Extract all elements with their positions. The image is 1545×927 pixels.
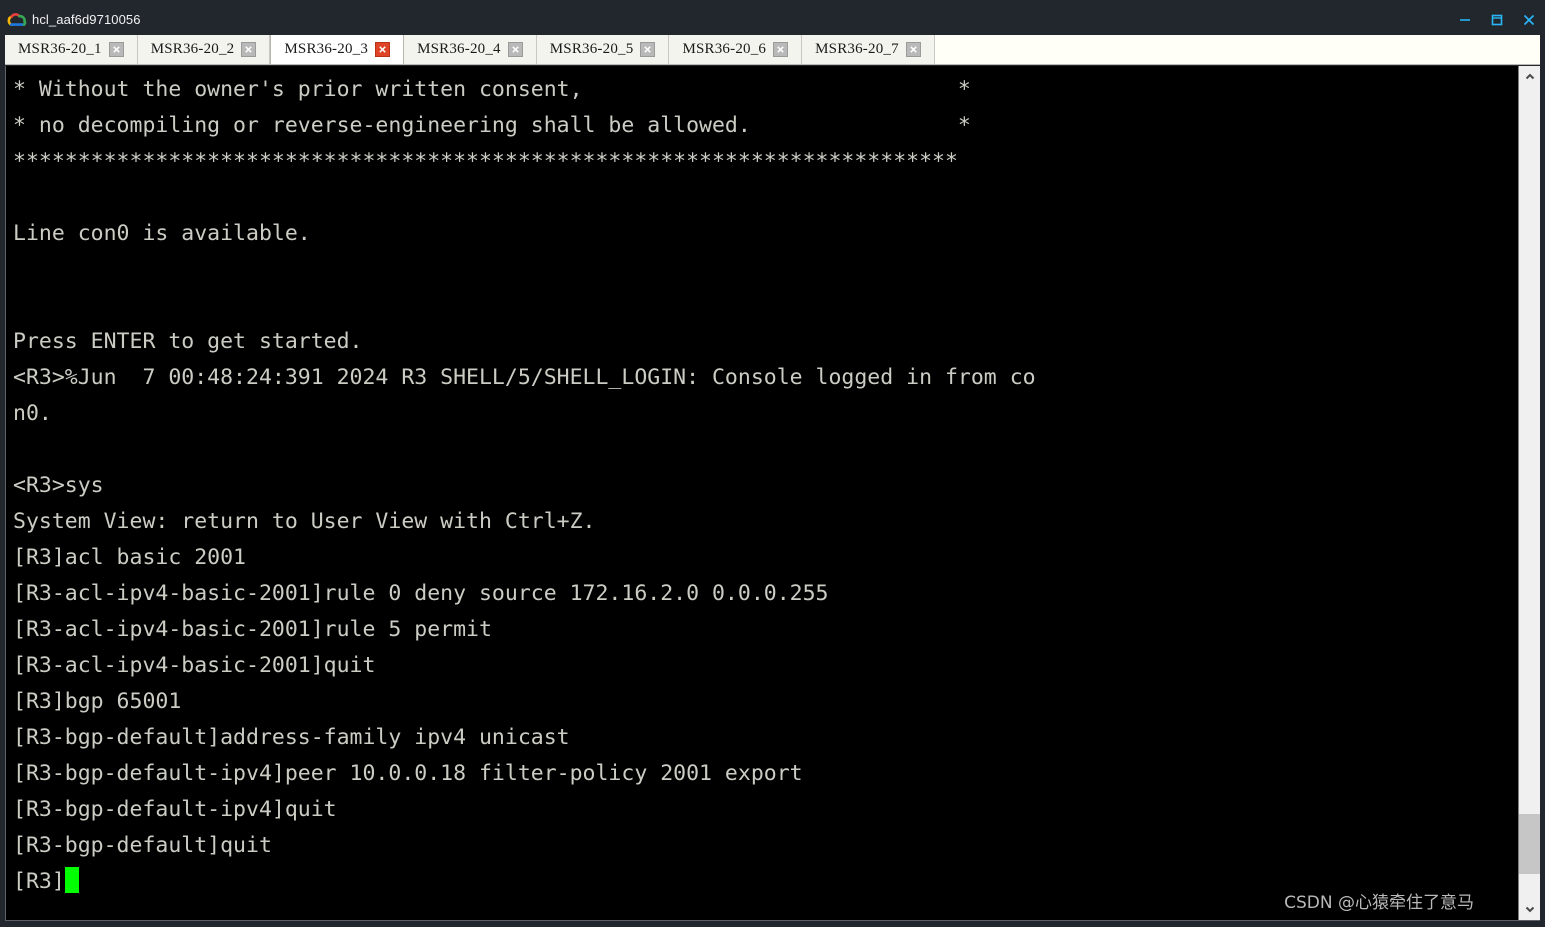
vertical-scrollbar[interactable] xyxy=(1518,66,1540,920)
console-prompt: [R3] xyxy=(13,869,65,894)
console-prompt-line: [R3] xyxy=(13,864,1518,900)
console-line: [R3]acl basic 2001 xyxy=(13,545,246,570)
tab-msr36-20_6[interactable]: MSR36-20_6 xyxy=(669,35,803,64)
tab-msr36-20_5[interactable]: MSR36-20_5 xyxy=(536,35,670,64)
chevron-up-icon[interactable] xyxy=(1519,66,1540,88)
tab-close-icon[interactable] xyxy=(507,42,523,57)
console-line: System View: return to User View with Ct… xyxy=(13,509,596,534)
tab-label: MSR36-20_2 xyxy=(150,41,235,57)
titlebar-left-group: hcl_aaf6d9710056 xyxy=(0,12,141,28)
terminal-area: * Without the owner's prior written cons… xyxy=(5,66,1540,921)
tab-label: MSR36-20_5 xyxy=(549,41,634,57)
tab-label: MSR36-20_7 xyxy=(815,41,899,57)
tab-close-icon[interactable] xyxy=(375,42,391,57)
cloud-icon xyxy=(7,12,29,28)
console-line: [R3-acl-ipv4-basic-2001]rule 0 deny sour… xyxy=(13,581,829,606)
tab-label: MSR36-20_6 xyxy=(682,41,767,57)
console-line: ****************************************… xyxy=(13,149,958,174)
tab-close-icon[interactable] xyxy=(773,42,789,57)
window-title: hcl_aaf6d9710056 xyxy=(32,12,141,27)
console-line: [R3-acl-ipv4-basic-2001]rule 5 permit xyxy=(13,617,492,642)
console-line: [R3-acl-ipv4-basic-2001]quit xyxy=(13,653,376,678)
tab-msr36-20_4[interactable]: MSR36-20_4 xyxy=(404,35,537,64)
tab-label: MSR36-20_4 xyxy=(417,41,501,57)
console-line: Press ENTER to get started. xyxy=(13,329,363,354)
device-tabstrip: MSR36-20_1 MSR36-20_2 MSR36-20_3 MSR36-20_4… xyxy=(5,35,1540,65)
console-line: [R3-bgp-default]address-family ipv4 unic… xyxy=(13,725,570,750)
terminal-window: hcl_aaf6d9710056 MSR36-20_1 MSR36-20_2 MSR… xyxy=(0,0,1545,927)
window-controls xyxy=(1449,4,1545,35)
console-text: * Without the owner's prior written cons… xyxy=(13,72,1518,900)
tab-msr36-20_3[interactable]: MSR36-20_3 xyxy=(270,35,405,64)
console-line: Line con0 is available. xyxy=(13,221,311,246)
console-line: <R3>%Jun 7 00:48:24:391 2024 R3 SHELL/5/… xyxy=(13,365,1036,390)
tab-label: MSR36-20_1 xyxy=(18,41,102,57)
scrollbar-thumb[interactable] xyxy=(1519,814,1540,874)
chevron-down-icon[interactable] xyxy=(1519,898,1540,920)
console-line: [R3-bgp-default-ipv4]peer 10.0.0.18 filt… xyxy=(13,761,803,786)
tab-close-icon[interactable] xyxy=(241,42,257,57)
close-icon[interactable] xyxy=(1513,4,1545,35)
maximize-icon[interactable] xyxy=(1481,4,1513,35)
console-line: * Without the owner's prior written cons… xyxy=(13,77,971,102)
tab-msr36-20_1[interactable]: MSR36-20_1 xyxy=(5,35,138,64)
console-line: [R3-bgp-default-ipv4]quit xyxy=(13,797,337,822)
window-titlebar: hcl_aaf6d9710056 xyxy=(0,4,1545,35)
console-output[interactable]: * Without the owner's prior written cons… xyxy=(6,66,1518,920)
scrollbar-track[interactable] xyxy=(1519,88,1540,898)
console-line: n0. xyxy=(13,401,52,426)
console-line: [R3]bgp 65001 xyxy=(13,689,182,714)
tab-msr36-20_7[interactable]: MSR36-20_7 xyxy=(802,35,935,64)
text-cursor xyxy=(64,867,79,893)
console-line: <R3>sys xyxy=(13,473,104,498)
tab-close-icon[interactable] xyxy=(640,42,656,57)
tab-close-icon[interactable] xyxy=(108,42,124,57)
tab-label: MSR36-20_3 xyxy=(284,41,369,57)
tab-close-icon[interactable] xyxy=(905,42,921,57)
console-line: [R3-bgp-default]quit xyxy=(13,833,272,858)
console-line: * no decompiling or reverse-engineering … xyxy=(13,113,971,138)
tab-msr36-20_2[interactable]: MSR36-20_2 xyxy=(137,35,271,64)
minimize-icon[interactable] xyxy=(1449,4,1481,35)
